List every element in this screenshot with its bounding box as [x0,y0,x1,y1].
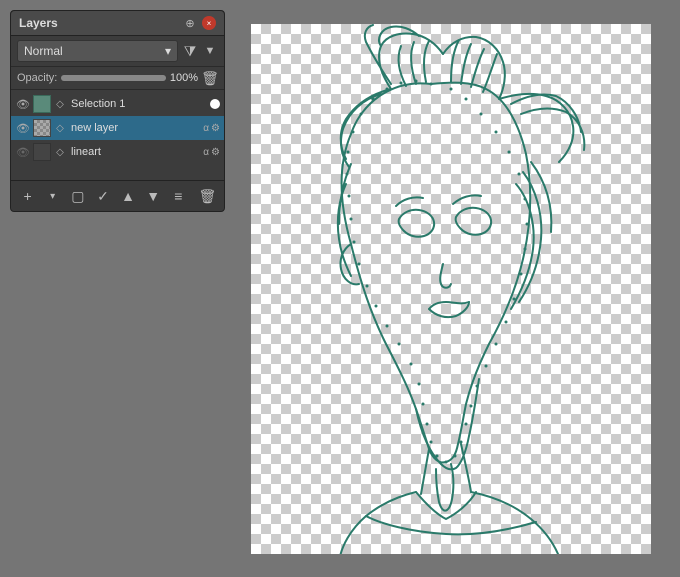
layer-type-icon: ◇ [53,97,67,111]
layer-type-icon: ◇ [53,145,67,159]
canvas-wrapper [251,24,651,554]
delete-layer-button[interactable]: 🗑 [197,185,218,207]
layer-thumbnail [33,143,51,161]
filter-icon[interactable]: ⧩ [182,43,198,59]
merge-down-button[interactable]: ✓ [92,185,113,207]
layer-item[interactable]: 👁 ◇ Selection 1 [11,92,224,116]
layers-panel-title: Layers [19,16,58,30]
layer-alpha-badge: α [203,147,209,158]
add-layer-button[interactable]: + [17,185,38,207]
layer-name: Selection 1 [69,98,208,110]
layer-name: lineart [69,146,201,158]
close-button[interactable]: × [202,16,216,30]
layer-dot [210,99,220,109]
layer-thumbnail [33,95,51,113]
move-down-button[interactable]: ▼ [143,185,164,207]
delete-opacity-icon[interactable]: 🗑 [202,70,218,86]
opacity-value: 100% [170,72,198,84]
layers-toolbar: + ▾ ▢ ✓ ▲ ▼ ≡ 🗑 [11,180,224,211]
layers-panel: Layers ⊕ × Normal ▾ ⧩ ▼ Opacity: 100% 🗑 … [10,10,225,212]
layers-list: 👁 ◇ Selection 1 👁 ◇ new layer α ⚙ 👁 ◇ li… [11,90,224,180]
layer-type-icon: ◇ [53,121,67,135]
layer-visibility-toggle[interactable]: 👁 [15,144,31,160]
layers-panel-header: Layers ⊕ × [11,11,224,36]
filter-options-icon[interactable]: ▼ [202,43,218,59]
layer-visibility-toggle[interactable]: 👁 [15,120,31,136]
layer-visibility-toggle[interactable]: 👁 [15,96,31,112]
opacity-row: Opacity: 100% 🗑 [11,67,224,90]
opacity-slider[interactable] [61,75,166,81]
channel-icon[interactable]: ⊕ [182,15,198,31]
add-dropdown-button[interactable]: ▾ [42,185,63,207]
layer-badges: α ⚙ [203,123,220,134]
layer-menu-button[interactable]: ≡ [168,185,189,207]
layer-item[interactable]: 👁 ◇ new layer α ⚙ [11,116,224,140]
layer-settings-badge[interactable]: ⚙ [211,147,220,158]
layer-badges: α ⚙ [203,147,220,158]
layer-thumbnail [33,119,51,137]
layer-name: new layer [69,122,201,134]
mode-row: Normal ▾ ⧩ ▼ [11,36,224,67]
header-icons: ⊕ × [182,15,216,31]
layer-settings-badge[interactable]: ⚙ [211,123,220,134]
opacity-label: Opacity: [17,72,57,84]
layer-alpha-badge: α [203,123,209,134]
canvas-area [232,10,670,567]
canvas-svg [251,24,651,554]
layer-item[interactable]: 👁 ◇ lineart α ⚙ [11,140,224,164]
blend-mode-select[interactable]: Normal ▾ [17,40,178,62]
group-layers-button[interactable]: ▢ [67,185,88,207]
move-up-button[interactable]: ▲ [118,185,139,207]
